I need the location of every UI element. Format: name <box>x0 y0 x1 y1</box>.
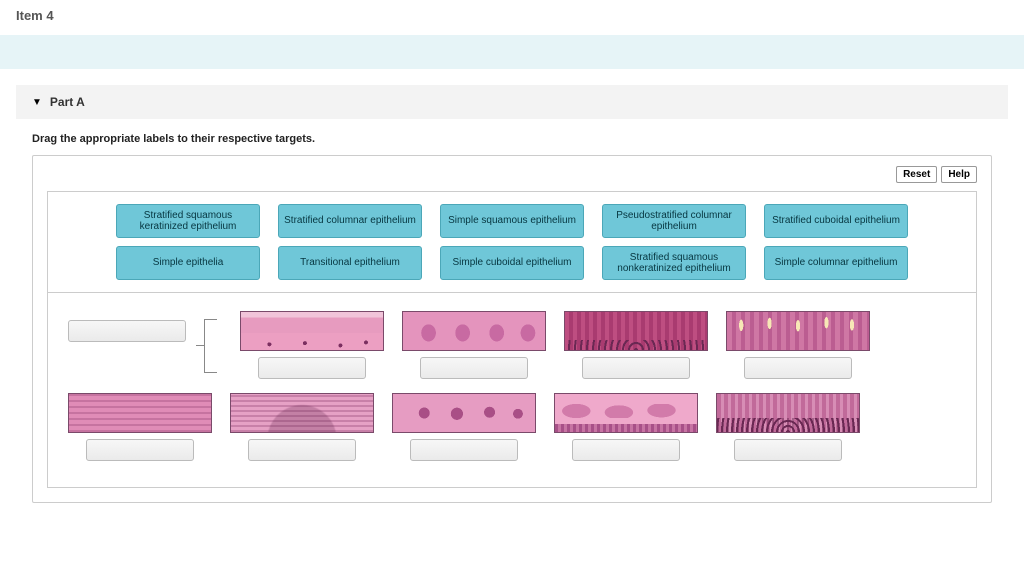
target-col <box>554 393 698 461</box>
drop-slot[interactable] <box>734 439 842 461</box>
part-title: Part A <box>50 95 85 109</box>
group-slot-wrap <box>68 311 186 351</box>
drag-label[interactable]: Simple squamous epithelium <box>440 204 584 238</box>
drop-slot[interactable] <box>86 439 194 461</box>
target-col <box>230 393 374 461</box>
drag-label[interactable]: Simple columnar epithelium <box>764 246 908 280</box>
drop-slot[interactable] <box>248 439 356 461</box>
caret-down-icon: ▼ <box>32 97 42 108</box>
tissue-image <box>564 311 708 351</box>
drop-slot[interactable] <box>572 439 680 461</box>
work-area: Reset Help Stratified squamous keratiniz… <box>32 155 992 503</box>
tissue-image <box>68 393 212 433</box>
targets-area <box>47 293 977 488</box>
item-title: Item 4 <box>16 8 54 23</box>
target-col <box>564 311 708 379</box>
label-row: Stratified squamous keratinized epitheli… <box>72 204 952 238</box>
drop-slot[interactable] <box>68 320 186 342</box>
tissue-image <box>392 393 536 433</box>
drop-slot[interactable] <box>582 357 690 379</box>
drop-slot[interactable] <box>258 357 366 379</box>
page: Item 4 ▼ Part A Drag the appropriate lab… <box>0 0 1024 503</box>
drag-label[interactable]: Stratified columnar epithelium <box>278 204 422 238</box>
item-header: Item 4 <box>0 0 1024 31</box>
tissue-image <box>726 311 870 351</box>
target-col <box>392 393 536 461</box>
labels-bin: Stratified squamous keratinized epitheli… <box>47 191 977 293</box>
label-row: Simple epithelia Transitional epithelium… <box>72 246 952 280</box>
tissue-image <box>240 311 384 351</box>
drag-label[interactable]: Stratified cuboidal epithelium <box>764 204 908 238</box>
drop-slot[interactable] <box>420 357 528 379</box>
part-header[interactable]: ▼ Part A <box>16 85 1008 119</box>
target-col <box>726 311 870 379</box>
target-row <box>68 393 956 461</box>
reset-button[interactable]: Reset <box>896 166 937 183</box>
target-col <box>716 393 860 461</box>
info-strip <box>0 35 1024 69</box>
tissue-image <box>230 393 374 433</box>
target-col <box>68 393 212 461</box>
drop-slot[interactable] <box>410 439 518 461</box>
target-col <box>402 311 546 379</box>
drag-label[interactable]: Transitional epithelium <box>278 246 422 280</box>
drag-label[interactable]: Simple cuboidal epithelium <box>440 246 584 280</box>
target-row <box>68 311 956 379</box>
group-bracket-icon <box>204 319 222 371</box>
target-col <box>240 311 384 379</box>
instruction-text: Drag the appropriate labels to their res… <box>0 119 1024 155</box>
tissue-image <box>716 393 860 433</box>
tissue-image <box>402 311 546 351</box>
help-button[interactable]: Help <box>941 166 977 183</box>
drop-slot[interactable] <box>744 357 852 379</box>
tissue-image <box>554 393 698 433</box>
drag-label[interactable]: Stratified squamous nonkeratinized epith… <box>602 246 746 280</box>
toolbar: Reset Help <box>47 166 977 183</box>
drag-label[interactable]: Simple epithelia <box>116 246 260 280</box>
drag-label[interactable]: Pseudostratified columnar epithelium <box>602 204 746 238</box>
drag-label[interactable]: Stratified squamous keratinized epitheli… <box>116 204 260 238</box>
